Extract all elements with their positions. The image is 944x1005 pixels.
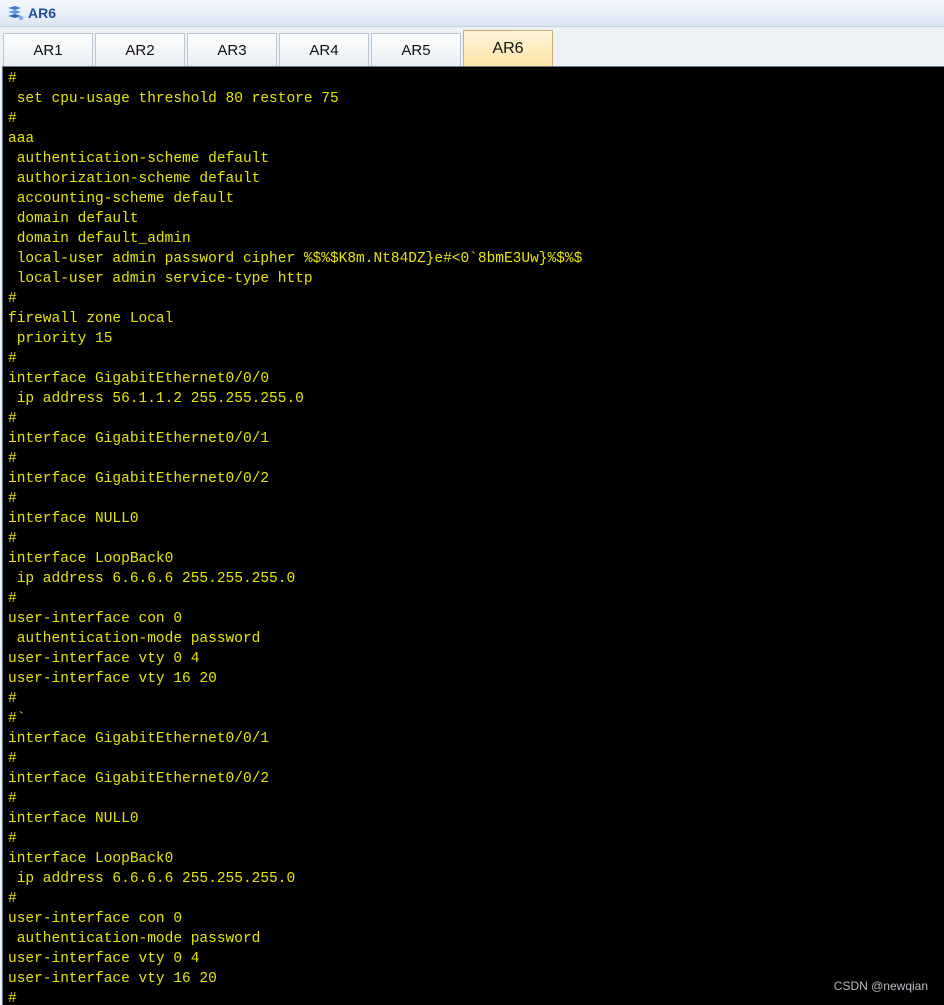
terminal-line: # xyxy=(8,351,17,367)
terminal-line: local-user admin service-type http xyxy=(8,271,313,287)
tab-ar5[interactable]: AR5 xyxy=(371,33,461,66)
terminal-line: domain default xyxy=(8,211,139,227)
terminal-line: authentication-scheme default xyxy=(8,151,270,167)
terminal-line: user-interface con 0 xyxy=(8,611,183,627)
terminal-line: interface GigabitEthernet0/0/1 xyxy=(8,731,270,747)
terminal-line: # xyxy=(8,491,17,507)
tab-ar6[interactable]: AR6 xyxy=(463,30,553,66)
terminal-line: # xyxy=(8,591,17,607)
terminal-line: accounting-scheme default xyxy=(8,191,235,207)
terminal-line: interface NULL0 xyxy=(8,811,139,827)
tab-ar1[interactable]: AR1 xyxy=(3,33,93,66)
terminal-line: interface GigabitEthernet0/0/2 xyxy=(8,771,270,787)
window-title: AR6 xyxy=(28,5,57,21)
terminal-line: domain default_admin xyxy=(8,231,191,247)
tab-ar4[interactable]: AR4 xyxy=(279,33,369,66)
terminal-line: # xyxy=(8,531,17,547)
device-tab-bar: AR1 AR2 AR3 AR4 AR5 AR6 xyxy=(0,28,944,66)
app-window: AR6 AR1 AR2 AR3 AR4 AR5 AR6 # set cpu-us… xyxy=(0,0,944,1005)
tab-ar2[interactable]: AR2 xyxy=(95,33,185,66)
terminal-line: # xyxy=(8,71,17,87)
terminal-line: authorization-scheme default xyxy=(8,171,261,187)
watermark-text: CSDN @newqian xyxy=(833,979,928,993)
terminal-line: aaa xyxy=(8,131,35,147)
terminal-line: interface GigabitEthernet0/0/2 xyxy=(8,471,270,487)
terminal-line: # xyxy=(8,891,17,907)
title-bar: AR6 xyxy=(0,0,944,27)
terminal-line: interface GigabitEthernet0/0/0 xyxy=(8,371,270,387)
network-device-icon xyxy=(6,5,24,21)
terminal-line: # xyxy=(8,411,17,427)
terminal-line: ip address 6.6.6.6 255.255.255.0 xyxy=(8,871,296,887)
terminal-line: user-interface con 0 xyxy=(8,911,183,927)
terminal-line: #` xyxy=(8,711,26,727)
terminal-line: local-user admin password cipher %$%$K8m… xyxy=(8,251,583,267)
terminal-line: # xyxy=(8,291,17,307)
tab-ar3[interactable]: AR3 xyxy=(187,33,277,66)
terminal-line: firewall zone Local xyxy=(8,311,174,327)
terminal-line: # xyxy=(8,111,17,127)
terminal-console[interactable]: # set cpu-usage threshold 80 restore 75 #… xyxy=(2,66,944,1005)
terminal-line: authentication-mode password xyxy=(8,631,261,647)
terminal-line: # xyxy=(8,751,17,767)
terminal-line: interface NULL0 xyxy=(8,511,139,527)
terminal-line: authentication-mode password xyxy=(8,931,261,947)
terminal-line: priority 15 xyxy=(8,331,113,347)
terminal-line: user-interface vty 16 20 xyxy=(8,671,217,687)
terminal-line: interface GigabitEthernet0/0/1 xyxy=(8,431,270,447)
terminal-line: user-interface vty 0 4 xyxy=(8,651,200,667)
terminal-line: interface LoopBack0 xyxy=(8,851,174,867)
terminal-line: # xyxy=(8,791,17,807)
terminal-line: ip address 6.6.6.6 255.255.255.0 xyxy=(8,571,296,587)
terminal-line: # xyxy=(8,451,17,467)
terminal-line: user-interface vty 0 4 xyxy=(8,951,200,967)
terminal-line: # xyxy=(8,691,17,707)
terminal-line: interface LoopBack0 xyxy=(8,551,174,567)
terminal-line: # xyxy=(8,831,17,847)
terminal-line: user-interface vty 16 20 xyxy=(8,971,217,987)
terminal-line: # xyxy=(8,991,17,1005)
terminal-line: ip address 56.1.1.2 255.255.255.0 xyxy=(8,391,304,407)
terminal-line: set cpu-usage threshold 80 restore 75 xyxy=(8,91,339,107)
